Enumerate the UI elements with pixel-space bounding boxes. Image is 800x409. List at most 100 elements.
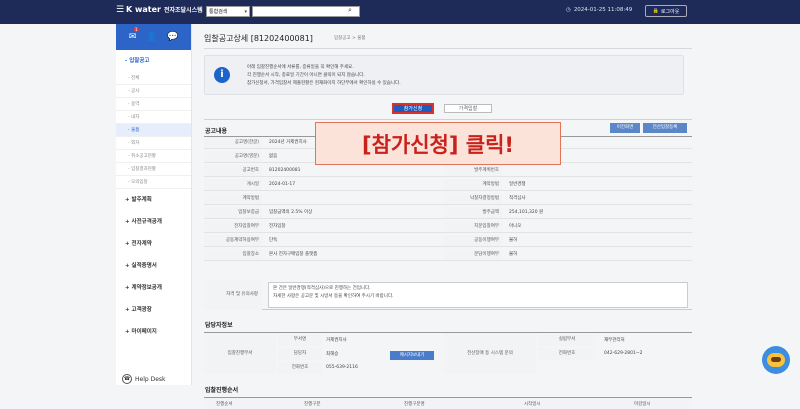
apply-participation-button[interactable]: 참가신청 <box>392 103 434 114</box>
prev-screen-button[interactable]: 이전화면 <box>610 123 640 133</box>
bid-field-value: 81202400081 <box>269 168 301 173</box>
logout-button[interactable]: 🔒 로그아웃 <box>645 5 687 17</box>
search-category-select[interactable]: 통합검색 <box>206 6 250 18</box>
lock-icon: 🔒 <box>652 8 659 14</box>
sidebar-subitem[interactable]: - 모의입찰 <box>116 176 191 189</box>
bid-field-value: 본사 전자구매입찰 플랫폼 <box>269 252 318 257</box>
clock-icon: ◷ <box>566 7 571 13</box>
sidebar-item[interactable]: + 발주계획 <box>116 189 191 211</box>
phone-label: 전화번호 <box>278 362 322 374</box>
section-title-process: 입찰진행순서 <box>205 387 239 394</box>
mail-icon[interactable]: ✉ <box>129 32 137 42</box>
req-phone-label: 전화번호 <box>538 348 596 360</box>
breadcrumb: 입찰공고 > 물품 <box>334 36 366 41</box>
bid-field-value: 단독 <box>269 238 278 243</box>
bid-field-label: 공고명(영문) <box>204 151 262 162</box>
bid-field-label: 공동계약허용여부 <box>204 235 262 246</box>
bid-field-label: 발주계획번호 <box>444 165 502 176</box>
bid-field-value: 2024-01-17 <box>269 182 296 187</box>
remarks-row: 자격 및 유의사항 본 건은 일반경쟁(적격심사)으로 진행하는 건입니다. 자… <box>204 280 692 310</box>
bid-field-label: 입찰보증금 <box>204 207 262 218</box>
bid-field-label: 발주금액 <box>444 207 502 218</box>
sidebar-item-bid-notice[interactable]: - 입찰공고 <box>116 50 191 72</box>
main-content: 입찰공고상세 [81202400081] 입찰공고 > 물품 i 아래 입찰진행… <box>192 24 800 409</box>
bid-field-value: 전자입찰 <box>269 224 286 229</box>
info-notice-box: i 아래 입찰진행순서에 서류를, 증류일을 꼭 확인해 주세요. 각 진행순서… <box>204 55 684 95</box>
bid-field-value: 불허 <box>509 238 518 243</box>
info-icon: i <box>214 67 230 83</box>
e-bid-register-button[interactable]: 전산입찰등록 <box>643 123 687 133</box>
chat-icon[interactable]: 💬 <box>167 32 178 42</box>
remarks-line: 본 건은 일반경쟁(적격심사)으로 진행하는 건입니다. <box>273 286 371 291</box>
sidebar-subitem-active[interactable]: - 물품 <box>116 124 191 137</box>
person-label: 담당자 <box>278 348 322 360</box>
chatbot-icon <box>767 353 785 367</box>
title-divider <box>204 48 692 49</box>
bid-field-label: 입찰장소 <box>204 249 262 260</box>
sidebar-subitem[interactable]: - 취소공고현황 <box>116 150 191 163</box>
sidebar-subitem[interactable]: - 외자 <box>116 137 191 150</box>
bid-field-value: 일반경쟁 <box>509 182 526 187</box>
section-divider <box>204 119 692 120</box>
bid-field-value: 254,101,320 원 <box>509 210 544 215</box>
system-inquiry-label: 전산장애 등 시스템 문의 <box>444 333 536 374</box>
contact-group-label: 입찰진행부서 <box>204 333 276 374</box>
bid-field-label: 공고번호 <box>204 165 262 176</box>
notification-badge: 1 <box>134 27 139 32</box>
sidebar-item[interactable]: + 고객광장 <box>116 299 191 321</box>
bid-field-value: 아니오 <box>509 224 522 229</box>
req-phone-value: 042-629-2801~2 <box>604 351 643 356</box>
process-col-header: 마감일시 <box>634 402 651 407</box>
sidebar-item[interactable]: + 전자계약 <box>116 233 191 255</box>
info-line: 아래 입찰진행순서에 서류를, 증류일을 꼭 확인해 주세요. <box>247 65 354 70</box>
headset-icon: ☎ <box>122 374 132 384</box>
clock-text: 2024-01-25 11:08:49 <box>573 7 633 13</box>
bid-info-row: 전자입찰여부 전자입찰 지문입찰여부 아니오 <box>204 221 692 233</box>
remarks-label: 자격 및 유의사항 <box>204 280 262 310</box>
req-dept-label: 실립부서 <box>538 334 596 346</box>
remarks-line: 자세한 사항은 공고문 및 시방서 등을 확인하여 주시기 바랍니다. <box>273 294 394 299</box>
contact-table: 입찰진행부서 부서명 거제권지사 담당자 최해승 메시지보내기 전화번호 055… <box>204 332 692 374</box>
req-dept-value: 재무관리처 <box>604 338 625 343</box>
bid-info-row: 계약방법 낙찰자결정방법 적격심사 <box>204 193 692 205</box>
session-clock: ◷ 2024-01-25 11:08:49 <box>566 7 632 13</box>
user-icon[interactable]: 👤 <box>146 32 157 42</box>
info-line: 각 진행순서 시작, 종료일 기간이 아니면 클릭이 되지 않습니다. <box>247 73 365 78</box>
logout-label: 로그아웃 <box>660 8 680 15</box>
sidebar-subitem[interactable]: - 전체 <box>116 72 191 85</box>
chatbot-button[interactable] <box>762 346 790 374</box>
bid-field-label: 계약방법 <box>204 193 262 204</box>
page-title: 입찰공고상세 [81202400081] <box>204 34 313 43</box>
logo-k-water: K water <box>126 5 161 14</box>
instruction-callout: [참가신청] 클릭! <box>315 122 561 165</box>
sidebar-subitem[interactable]: - 내자 <box>116 111 191 124</box>
sidebar-subitem[interactable]: - 입찰결과현황 <box>116 163 191 176</box>
hamburger-menu-icon[interactable]: ☰ <box>116 6 125 15</box>
process-col-header: 진행구분명 <box>404 402 425 407</box>
info-line: 참가신청서, 가격입찰서 제출현황은 현재화이지 하단부에서 확인하실 수 있습… <box>247 81 401 86</box>
sidebar-item[interactable]: + 마이페이지 <box>116 321 191 343</box>
price-bid-button[interactable]: 가격입찰 <box>444 104 492 113</box>
logo[interactable]: K water 전자조달시스템 <box>126 5 203 14</box>
bid-field-value: 불허 <box>509 252 518 257</box>
sidebar-item[interactable]: + 실적증명서 <box>116 255 191 277</box>
top-bar: ☰ K water 전자조달시스템 통합검색 ⌕ ◷ 2024-01-25 11… <box>0 0 800 24</box>
bid-field-value: 적격심사 <box>509 196 526 201</box>
sidebar-item[interactable]: + 사전규격공개 <box>116 211 191 233</box>
sidebar-subitem[interactable]: - 공사 <box>116 85 191 98</box>
sidebar-item[interactable]: + 계약정보공개 <box>116 277 191 299</box>
bid-info-row: 입찰보증금 입찰금액의 2.5% 이상 발주금액 254,101,320 원 <box>204 207 692 219</box>
bid-field-label: 게시일 <box>204 179 262 190</box>
sidebar-submenu: - 전체 - 공사 - 용역 - 내자 - 물품 - 외자 - 취소공고현황 -… <box>116 72 191 189</box>
helpdesk-link[interactable]: ☎ Help Desk <box>122 374 166 384</box>
bid-field-value: 2024년 거제권지사 <box>269 140 307 145</box>
search-icon[interactable]: ⌕ <box>348 6 352 15</box>
sidebar-subitem[interactable]: - 용역 <box>116 98 191 111</box>
process-col-header: 진행순서 <box>216 402 233 407</box>
search-input[interactable] <box>252 6 360 17</box>
section-title-contact: 담당자정보 <box>205 322 233 329</box>
process-col-header: 진행구분 <box>304 402 321 407</box>
bid-field-label: 공고명(한글) <box>204 137 262 148</box>
section-title-bid-content: 공고내용 <box>205 128 228 135</box>
send-message-button[interactable]: 메시지보내기 <box>390 351 434 360</box>
